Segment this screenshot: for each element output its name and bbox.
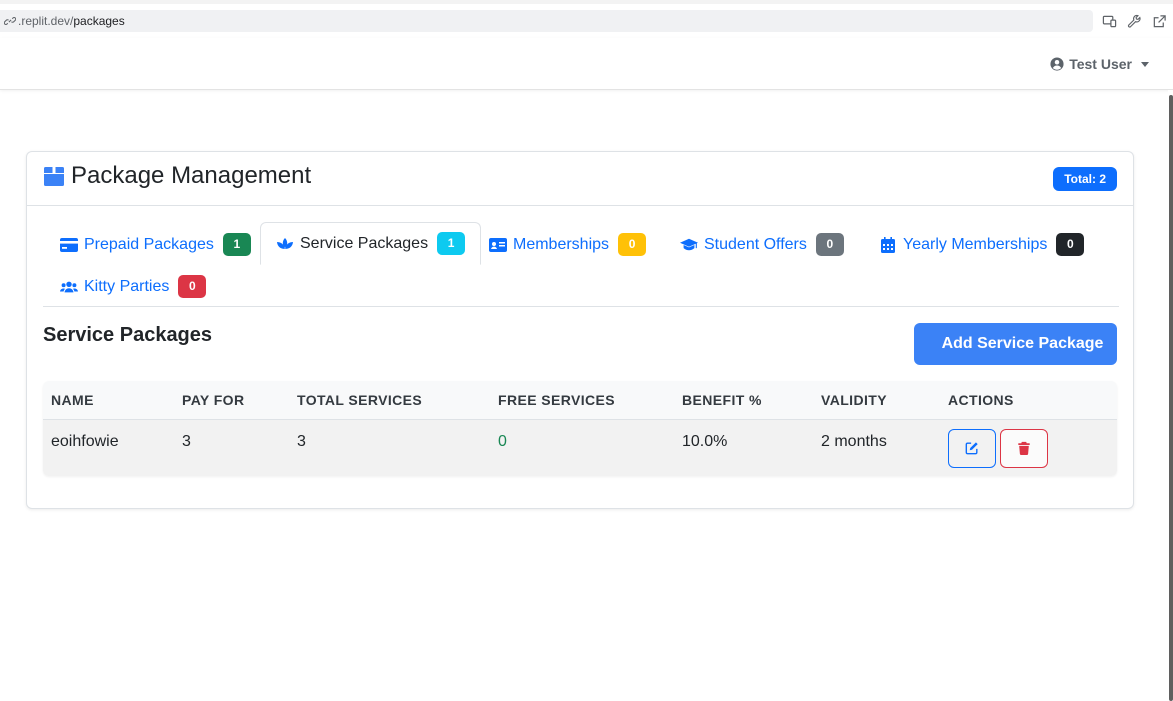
count-badge: 0	[1056, 233, 1085, 256]
package-management-card: Package Management Total: 2 Prepaid Pack…	[26, 151, 1134, 509]
column-header-benefit: BENEFIT %	[674, 381, 813, 420]
url-path: packages	[73, 14, 125, 28]
section-title: Service Packages	[43, 324, 213, 346]
cell-free-services: 0	[498, 432, 507, 450]
credit-card-icon	[60, 237, 78, 252]
tab-service-packages[interactable]: Service Packages 1	[260, 222, 482, 265]
scrollbar-thumb[interactable]	[1169, 95, 1173, 701]
column-header-validity: VALIDITY	[813, 381, 940, 420]
table-header-row: NAME PAY FOR TOTAL SERVICES FREE SERVICE…	[43, 381, 1117, 420]
user-menu-dropdown[interactable]: Test User	[1050, 56, 1149, 72]
tab-yearly-memberships[interactable]: Yearly Memberships 0	[879, 233, 1085, 256]
box-icon	[44, 167, 64, 186]
table-row: eoihfowie 3 3 0 10.0% 2 months	[43, 419, 1117, 476]
count-badge: 0	[618, 233, 647, 256]
user-name: Test User	[1069, 56, 1132, 72]
count-badge: 0	[178, 275, 207, 298]
count-badge: 1	[222, 233, 251, 256]
tab-prepaid-packages[interactable]: Prepaid Packages 1	[60, 233, 251, 256]
graduation-cap-icon	[680, 238, 698, 250]
column-header-name: NAME	[43, 381, 174, 420]
tab-label: Memberships	[513, 235, 610, 253]
column-header-actions: ACTIONS	[940, 381, 1117, 420]
wrench-icon[interactable]	[1127, 14, 1142, 29]
tab-label: Yearly Memberships	[903, 235, 1048, 253]
link-icon	[4, 17, 16, 25]
edit-icon	[965, 442, 978, 455]
service-packages-table: NAME PAY FOR TOTAL SERVICES FREE SERVICE…	[43, 381, 1117, 476]
card-header: Package Management Total: 2	[27, 152, 1133, 206]
card-title-text: Package Management	[71, 162, 312, 189]
browser-url-bar: .replit.dev/packages	[0, 0, 1173, 38]
external-link-icon[interactable]	[1152, 14, 1167, 29]
devices-icon[interactable]	[1102, 14, 1117, 29]
tab-memberships[interactable]: Memberships 0	[489, 233, 647, 256]
count-badge: 1	[437, 232, 466, 255]
spa-icon	[277, 237, 293, 249]
chevron-down-icon	[1141, 61, 1149, 67]
cell-total-services: 3	[297, 432, 306, 450]
user-circle-icon	[1050, 57, 1064, 71]
total-badge: Total: 2	[1053, 167, 1117, 191]
cell-pay-for: 3	[182, 432, 191, 450]
delete-button[interactable]	[1000, 428, 1048, 468]
cell-actions	[940, 419, 1117, 476]
package-tabs: Prepaid Packages 1 Service Packages 1 Me…	[43, 222, 1119, 307]
edit-button[interactable]	[948, 428, 996, 468]
tab-student-offers[interactable]: Student Offers 0	[680, 233, 844, 256]
calendar-icon	[881, 236, 895, 253]
tab-label: Service Packages	[300, 234, 429, 252]
top-navbar: Test User	[0, 38, 1173, 90]
tab-label: Kitty Parties	[84, 277, 170, 295]
cell-benefit: 10.0%	[682, 432, 728, 450]
address-field[interactable]: .replit.dev/packages	[0, 10, 1093, 32]
tab-label: Prepaid Packages	[84, 235, 214, 253]
count-badge: 0	[815, 233, 844, 256]
cell-validity: 2 months	[821, 432, 887, 450]
tab-kitty-parties[interactable]: Kitty Parties 0	[60, 275, 207, 298]
id-card-icon	[489, 237, 507, 252]
tab-label: Student Offers	[704, 235, 807, 253]
page-title: Package Management	[43, 162, 311, 190]
users-icon	[60, 281, 78, 292]
column-header-pay-for: PAY FOR	[174, 381, 289, 420]
trash-icon	[1018, 441, 1030, 455]
add-service-package-button[interactable]: Add Service Package	[914, 323, 1117, 365]
column-header-free-services: FREE SERVICES	[490, 381, 674, 420]
cell-name: eoihfowie	[51, 432, 119, 450]
url-host: .replit.dev/	[18, 14, 74, 28]
column-header-total-services: TOTAL SERVICES	[289, 381, 490, 420]
